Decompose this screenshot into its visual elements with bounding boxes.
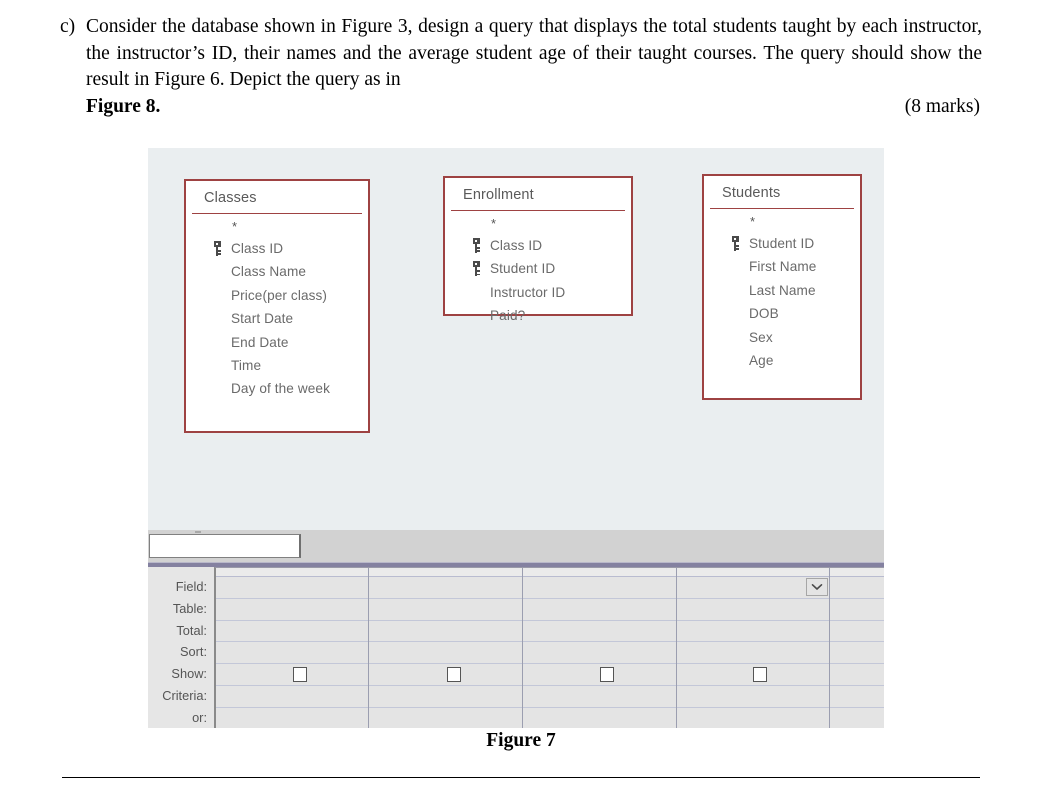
grid-row-label-table: Table: — [172, 600, 207, 616]
table-field-label: Price(per class) — [231, 287, 328, 303]
table-field-asterisk[interactable]: * — [704, 212, 860, 232]
table-field-list-enrollment: * Class ID Student ID Instructor ID Paid… — [445, 211, 631, 336]
primary-key-icon — [472, 238, 483, 253]
table-box-students[interactable]: Students * Student ID First Name Last Na… — [702, 174, 862, 400]
table-field-label: DOB — [749, 306, 779, 322]
table-field-class-name[interactable]: Class Name — [186, 260, 368, 283]
splitter-grip — [195, 531, 201, 533]
table-box-classes[interactable]: Classes * Class ID Class Name Price(per … — [184, 179, 370, 433]
question-block: c) Consider the database shown in Figure… — [60, 14, 982, 120]
grid-row-label-show: Show: — [171, 666, 207, 682]
table-field-label: Day of the week — [231, 381, 330, 397]
grid-row-total[interactable] — [216, 621, 884, 643]
table-field-day-of-the-week[interactable]: Day of the week — [186, 377, 368, 400]
grid-row-show[interactable] — [216, 664, 884, 686]
question-marker: c) — [60, 16, 76, 37]
question-last-line: Figure 8. (8 marks) — [86, 94, 982, 121]
figure-caption: Figure 7 — [486, 730, 556, 751]
table-field-label: Start Date — [231, 311, 294, 327]
table-title-enrollment: Enrollment — [463, 187, 534, 203]
table-field-list-students: * Student ID First Name Last Name DOB Se… — [704, 209, 860, 380]
chevron-down-icon — [811, 584, 823, 590]
grid-row-or[interactable] — [216, 708, 884, 728]
table-field-label: Age — [749, 352, 774, 368]
grid-row-field[interactable] — [216, 577, 884, 599]
table-title-students: Students — [722, 185, 781, 201]
table-field-student-id[interactable]: Student ID — [445, 257, 631, 280]
search-input[interactable] — [149, 534, 301, 558]
table-field-label: Paid? — [490, 308, 526, 324]
grid-row-label-sort: Sort: — [179, 644, 207, 660]
table-field-price-per-class[interactable]: Price(per class) — [186, 284, 368, 307]
grid-row-label-criteria: Criteria: — [162, 687, 207, 703]
table-field-class-id[interactable]: Class ID — [186, 237, 368, 260]
table-title-classes: Classes — [204, 190, 257, 206]
table-field-last-name[interactable]: Last Name — [704, 279, 860, 302]
table-field-label: Last Name — [749, 282, 816, 298]
table-field-label: Class Name — [231, 264, 307, 280]
table-field-label: First Name — [749, 259, 817, 275]
table-field-label: Time — [231, 357, 262, 373]
table-field-label: Student ID — [749, 236, 815, 251]
query-grid-cells[interactable] — [214, 567, 884, 728]
pane-splitter-bar[interactable] — [148, 530, 884, 562]
page-bottom-rule — [62, 777, 980, 779]
table-field-dob[interactable]: DOB — [704, 302, 860, 325]
question-figure-reference: Figure 8. — [86, 95, 161, 117]
table-field-age[interactable]: Age — [704, 349, 860, 372]
access-query-designer: Classes * Class ID Class Name Price(per … — [148, 148, 884, 728]
field-dropdown-button[interactable] — [806, 578, 828, 596]
table-field-class-id[interactable]: Class ID — [445, 234, 631, 257]
table-box-enrollment[interactable]: Enrollment * Class ID Student ID Instruc… — [443, 176, 633, 323]
table-field-instructor-id[interactable]: Instructor ID — [445, 281, 631, 304]
show-checkbox-column-1[interactable] — [293, 667, 307, 683]
table-field-start-date[interactable]: Start Date — [186, 307, 368, 330]
table-field-paid[interactable]: Paid? — [445, 304, 631, 327]
query-diagram-pane[interactable]: Classes * Class ID Class Name Price(per … — [148, 148, 884, 530]
question-marks: (8 marks) — [904, 95, 980, 117]
table-field-list-classes: * Class ID Class Name Price(per class) S… — [186, 214, 368, 409]
table-field-label: Sex — [749, 329, 773, 345]
grid-row-sort[interactable] — [216, 642, 884, 665]
grid-row-label-field: Field: — [175, 579, 207, 594]
question-text: Consider the database shown in Figure 3,… — [86, 16, 982, 90]
table-field-label: Class ID — [231, 241, 284, 256]
query-design-grid: Field: Table: Total: Sort: Show: Criteri… — [148, 567, 884, 728]
show-checkbox-column-2[interactable] — [447, 667, 461, 683]
table-field-label: Class ID — [490, 238, 543, 253]
table-field-label: Instructor ID — [490, 284, 566, 300]
grid-row-table[interactable] — [216, 599, 884, 621]
primary-key-icon — [213, 241, 224, 256]
table-field-asterisk[interactable]: * — [445, 214, 631, 234]
grid-row-label-or: or: — [192, 709, 207, 725]
table-field-asterisk[interactable]: * — [186, 217, 368, 237]
grid-row-label-total: Total: — [176, 622, 207, 638]
table-field-label: End Date — [231, 334, 289, 350]
table-field-time[interactable]: Time — [186, 354, 368, 377]
show-checkbox-column-4[interactable] — [753, 667, 767, 683]
query-grid-row-labels: Field: Table: Total: Sort: Show: Criteri… — [148, 567, 214, 728]
show-checkbox-column-3[interactable] — [600, 667, 614, 683]
table-field-label: Student ID — [490, 261, 556, 277]
table-field-student-id[interactable]: Student ID — [704, 232, 860, 255]
primary-key-icon — [472, 261, 483, 277]
table-field-first-name[interactable]: First Name — [704, 255, 860, 278]
primary-key-icon — [731, 236, 742, 251]
grid-column-header-strip[interactable] — [216, 568, 884, 577]
question-body: Consider the database shown in Figure 3,… — [86, 14, 982, 120]
table-field-end-date[interactable]: End Date — [186, 331, 368, 354]
table-field-sex[interactable]: Sex — [704, 326, 860, 349]
grid-row-criteria[interactable] — [216, 686, 884, 708]
